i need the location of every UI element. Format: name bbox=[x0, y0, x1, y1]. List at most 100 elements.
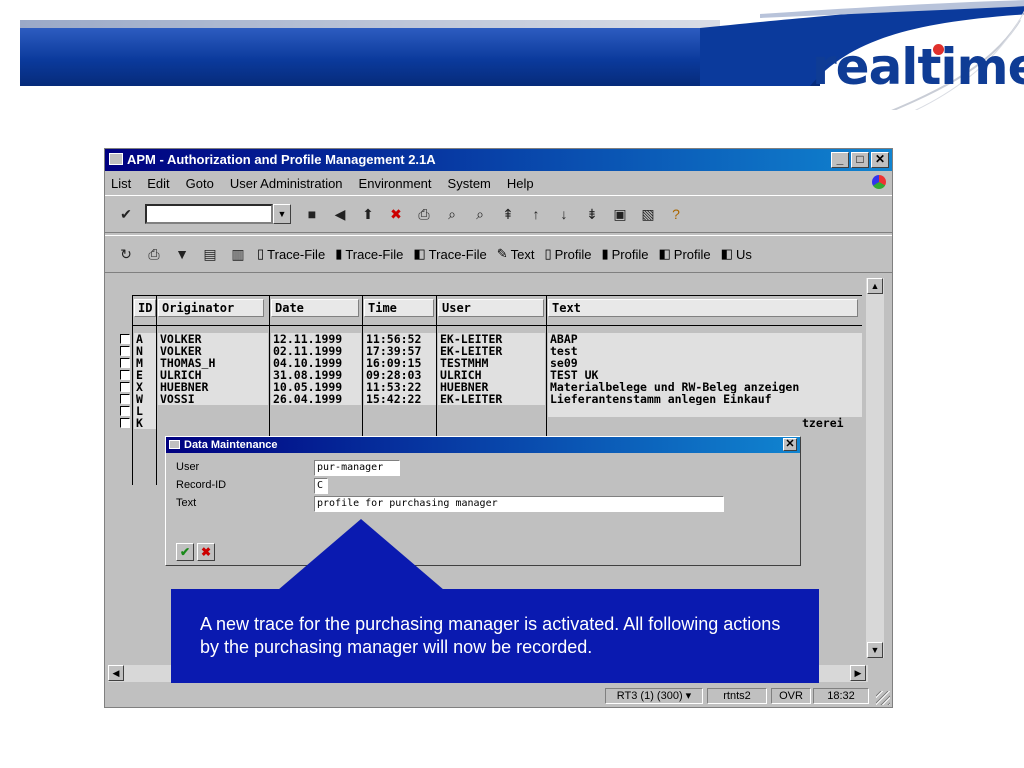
status-system[interactable]: RT3 (1) (300) ▾ bbox=[605, 688, 703, 704]
user-label: User bbox=[176, 461, 200, 473]
table-header: ID Originator Date Time User Text bbox=[120, 295, 862, 321]
resize-grip[interactable] bbox=[876, 691, 890, 705]
row-checkbox[interactable] bbox=[120, 406, 130, 416]
menu-system[interactable]: System bbox=[448, 176, 491, 191]
table-body: A VOLKER 12.11.1999 11:56:52 EK-LEITER A… bbox=[120, 333, 862, 429]
minimize-button[interactable]: _ bbox=[831, 152, 849, 168]
scroll-down-icon[interactable]: ▼ bbox=[867, 642, 883, 658]
help-icon[interactable]: ? bbox=[667, 205, 685, 223]
trash-icon: ▮ bbox=[601, 246, 609, 261]
row-checkbox[interactable] bbox=[120, 394, 130, 404]
status-mode: OVR bbox=[771, 688, 811, 704]
callout-text: A new trace for the purchasing manager i… bbox=[200, 614, 781, 657]
logo-dot bbox=[933, 44, 944, 55]
refresh-icon[interactable]: ↻ bbox=[117, 245, 135, 263]
user-button[interactable]: ◧ Us bbox=[721, 246, 752, 262]
create-session-icon[interactable]: ▣ bbox=[611, 205, 629, 223]
table-row[interactable]: W VOSSI 26.04.1999 15:42:22 EK-LEITER Li… bbox=[120, 393, 862, 405]
command-field[interactable]: ▼ bbox=[145, 204, 291, 224]
document-icon: ▯ bbox=[257, 246, 265, 261]
close-button[interactable]: ✕ bbox=[871, 152, 889, 168]
scroll-up-icon[interactable]: ▲ bbox=[867, 278, 883, 294]
first-page-icon[interactable]: ⇞ bbox=[499, 205, 517, 223]
dialog-close-button[interactable]: ✕ bbox=[783, 438, 797, 451]
confirm-button[interactable]: ✔ bbox=[176, 543, 194, 561]
text-field[interactable]: profile for purchasing manager bbox=[314, 496, 724, 512]
transfer-icon: ◧ bbox=[720, 246, 733, 261]
table-row[interactable]: M THOMAS_H 04.10.1999 16:09:15 TESTMHM s… bbox=[120, 357, 862, 369]
cancel-button[interactable]: ✖ bbox=[197, 543, 215, 561]
cancel-icon[interactable]: ✖ bbox=[387, 205, 405, 223]
row-checkbox[interactable] bbox=[120, 358, 130, 368]
menu-environment[interactable]: Environment bbox=[359, 176, 432, 191]
print-icon[interactable]: ⎙ bbox=[415, 205, 433, 223]
dialog-titlebar: Data Maintenance ✕ bbox=[166, 437, 800, 453]
transfer-trace-file-button[interactable]: ◧ Trace-File bbox=[413, 246, 486, 262]
row-checkbox[interactable] bbox=[120, 418, 130, 428]
last-page-icon[interactable]: ⇟ bbox=[583, 205, 601, 223]
trace-table: ID Originator Date Time User Text A VOLK… bbox=[120, 295, 862, 485]
table-row[interactable]: A VOLKER 12.11.1999 11:56:52 EK-LEITER A… bbox=[120, 333, 862, 345]
document-icon: ▯ bbox=[544, 246, 552, 261]
table-row[interactable]: E ULRICH 31.08.1999 09:28:03 ULRICH TEST… bbox=[120, 369, 862, 381]
print-list-icon[interactable]: ⎙ bbox=[145, 245, 163, 263]
menu-user-administration[interactable]: User Administration bbox=[230, 176, 343, 191]
maximize-button[interactable]: □ bbox=[851, 152, 869, 168]
filter-icon[interactable]: ▼ bbox=[173, 245, 191, 263]
table-row[interactable]: X HUEBNER 10.05.1999 11:53:22 HUEBNER Ma… bbox=[120, 381, 862, 393]
transfer-profile-button[interactable]: ◧ Profile bbox=[658, 246, 710, 262]
scroll-left-icon[interactable]: ◀ bbox=[108, 665, 124, 681]
delete-trace-file-button[interactable]: ▮ Trace-File bbox=[335, 246, 403, 262]
exit-icon[interactable]: ⬆ bbox=[359, 205, 377, 223]
sap-app-icon bbox=[109, 153, 123, 165]
header-text[interactable]: Text bbox=[548, 299, 858, 317]
status-server: rtnts2 bbox=[707, 688, 767, 704]
scroll-right-icon[interactable]: ▶ bbox=[850, 665, 866, 681]
user-field[interactable]: pur-manager bbox=[314, 460, 400, 476]
table-row[interactable]: N VOLKER 02.11.1999 17:39:57 EK-LEITER t… bbox=[120, 345, 862, 357]
next-page-icon[interactable]: ↓ bbox=[555, 205, 573, 223]
header-time[interactable]: Time bbox=[364, 299, 434, 317]
previous-page-icon[interactable]: ↑ bbox=[527, 205, 545, 223]
enter-icon[interactable]: ✔ bbox=[117, 205, 135, 223]
select-all-column[interactable] bbox=[120, 299, 132, 317]
create-trace-file-button[interactable]: ▯ Trace-File bbox=[257, 246, 325, 262]
menu-list[interactable]: List bbox=[111, 176, 131, 191]
status-bar: RT3 (1) (300) ▾ rtnts2 OVR 18:32 bbox=[105, 685, 892, 707]
text-label: Text bbox=[176, 497, 197, 509]
delete-profile-button[interactable]: ▮ Profile bbox=[601, 246, 648, 262]
menu-help[interactable]: Help bbox=[507, 176, 534, 191]
shortcut-icon[interactable]: ▧ bbox=[639, 205, 657, 223]
header-user[interactable]: User bbox=[438, 299, 544, 317]
menu-edit[interactable]: Edit bbox=[147, 176, 169, 191]
menu-goto[interactable]: Goto bbox=[186, 176, 214, 191]
find-next-icon[interactable]: ⌕ bbox=[471, 205, 489, 223]
application-toolbar: ↻ ⎙ ▼ ▤ ▥ ▯ Trace-File ▮ Trace-File ◧ Trace… bbox=[105, 235, 892, 273]
edit-icon: ✎ bbox=[496, 246, 508, 261]
list-icon[interactable]: ▥ bbox=[229, 245, 247, 263]
command-dropdown-icon[interactable]: ▼ bbox=[273, 204, 291, 224]
save-icon[interactable]: ■ bbox=[303, 205, 321, 223]
find-icon[interactable]: ⌕ bbox=[443, 205, 461, 223]
row-checkbox[interactable] bbox=[120, 334, 130, 344]
header-id[interactable]: ID bbox=[134, 299, 156, 317]
row-checkbox[interactable] bbox=[120, 370, 130, 380]
table-row[interactable]: L bbox=[120, 405, 862, 417]
status-time: 18:32 bbox=[813, 688, 869, 704]
sap-status-icon[interactable] bbox=[872, 175, 886, 189]
text-button[interactable]: ✎ Text bbox=[497, 246, 535, 262]
vertical-scrollbar[interactable]: ▲ ▼ bbox=[866, 278, 884, 658]
table-row[interactable]: K tzerei bbox=[120, 417, 862, 429]
row-checkbox[interactable] bbox=[120, 346, 130, 356]
header-date[interactable]: Date bbox=[271, 299, 359, 317]
detail-icon[interactable]: ▤ bbox=[201, 245, 219, 263]
window-title: APM - Authorization and Profile Manageme… bbox=[127, 152, 436, 167]
callout-pointer bbox=[278, 519, 444, 590]
create-profile-button[interactable]: ▯ Profile bbox=[544, 246, 591, 262]
record-id-field[interactable]: C bbox=[314, 478, 328, 494]
header-originator[interactable]: Originator bbox=[158, 299, 264, 317]
back-icon[interactable]: ◀ bbox=[331, 205, 349, 223]
data-maintenance-dialog: Data Maintenance ✕ User Record-ID Text p… bbox=[165, 436, 801, 566]
row-checkbox[interactable] bbox=[120, 382, 130, 392]
trash-icon: ▮ bbox=[335, 246, 343, 261]
